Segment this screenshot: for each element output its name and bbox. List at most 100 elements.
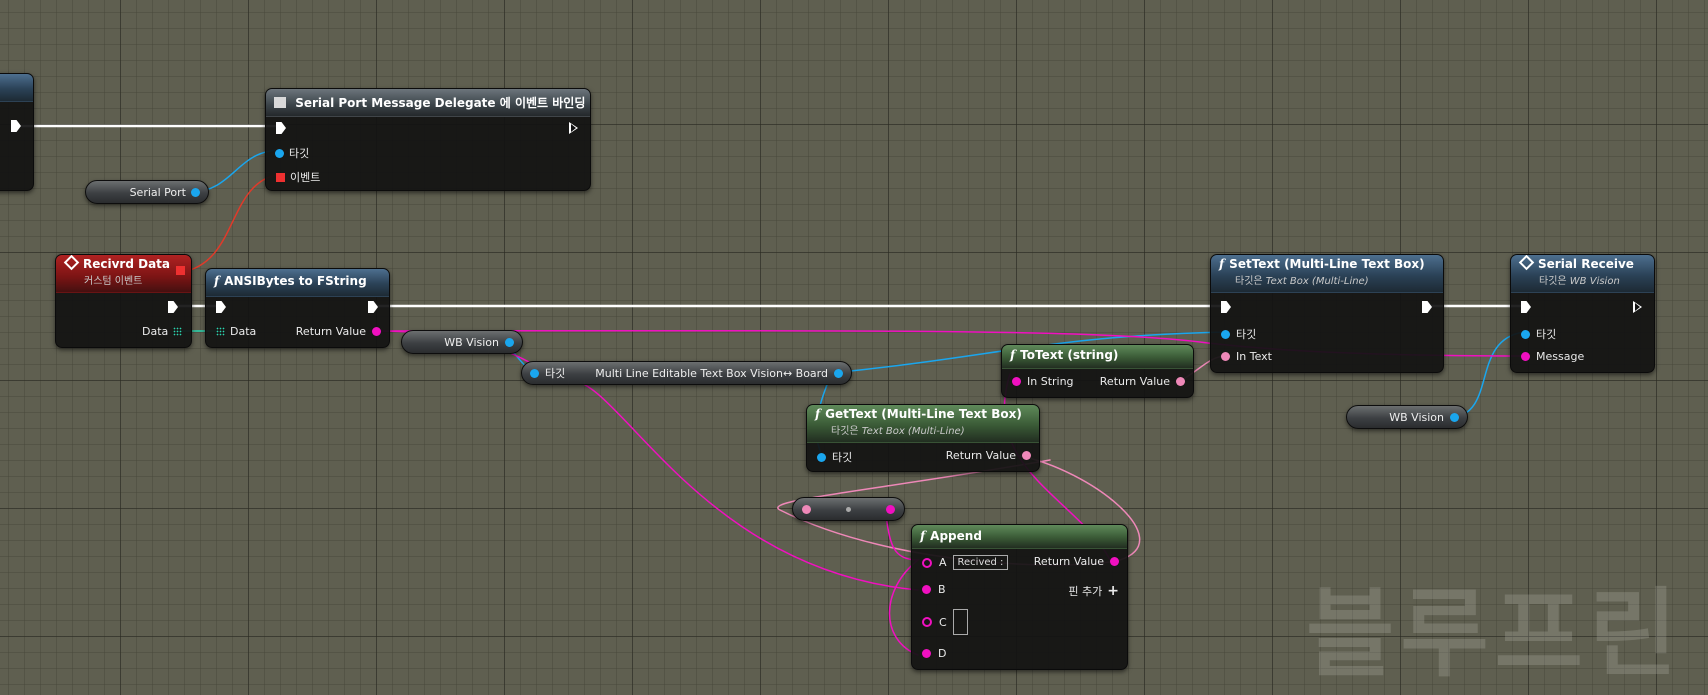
gettext-return-pin[interactable]: Return Value — [946, 449, 1031, 462]
object-pin-icon[interactable] — [1521, 329, 1530, 339]
serial-receive-node[interactable]: Serial Receive 타깃은 WB Vision 타깃 Message — [1510, 254, 1655, 373]
text-pin-icon[interactable] — [802, 504, 811, 514]
wb-vision-variable-1[interactable]: WB Vision — [401, 330, 523, 354]
append-c-pin[interactable]: C — [922, 609, 968, 635]
append-d-label: D — [938, 647, 947, 660]
offscreen-node-header — [0, 74, 33, 102]
string-pin-icon[interactable] — [922, 585, 931, 594]
append-add-pin-button[interactable]: 핀 추가 + — [1068, 583, 1119, 599]
object-pin-icon[interactable] — [191, 187, 200, 197]
byte-array-pin-icon[interactable] — [173, 327, 183, 336]
bind-target-pin[interactable]: 타깃 — [275, 145, 309, 161]
object-pin-icon[interactable] — [275, 148, 284, 158]
settext-exec-out[interactable] — [1422, 301, 1432, 313]
settext-target-pin[interactable]: 타깃 — [1221, 326, 1256, 342]
object-pin-icon[interactable] — [817, 452, 826, 462]
textbox-name-label: Multi Line Editable Text Box Vision↔ Boa… — [595, 366, 828, 380]
exec-out-hollow-icon[interactable] — [569, 122, 578, 134]
serial-receive-target-pin[interactable]: 타깃 — [1521, 326, 1556, 342]
append-c-input[interactable] — [952, 609, 968, 635]
settext-header: f SetText (Multi-Line Text Box) 타깃은 Text … — [1211, 255, 1443, 293]
offscreen-node[interactable] — [0, 73, 34, 191]
append-b-pin[interactable]: B — [922, 583, 946, 596]
gettext-title: GetText (Multi-Line Text Box) — [825, 407, 1022, 421]
object-pin-icon[interactable] — [834, 368, 843, 378]
totext-return-pin[interactable]: Return Value — [1100, 375, 1185, 388]
string-pin-icon[interactable] — [1521, 352, 1530, 361]
function-icon: f — [1219, 257, 1225, 271]
wb-vision-label: WB Vision — [444, 335, 499, 349]
settext-intext-pin[interactable]: In Text — [1221, 350, 1272, 363]
exec-in-icon[interactable] — [276, 122, 286, 134]
byte-array-pin-icon[interactable] — [216, 327, 225, 336]
append-a-label: A — [939, 556, 947, 569]
gettext-subtitle-target: Text Box (Multi-Line) — [861, 426, 965, 437]
serial-receive-exec-in[interactable] — [1521, 301, 1531, 313]
append-a-input[interactable]: Recived : — [952, 555, 1009, 570]
string-pin-icon[interactable] — [1110, 557, 1119, 566]
append-add-pin-label: 핀 추가 — [1068, 585, 1103, 598]
bind-exec-out[interactable] — [569, 122, 578, 134]
exec-out-icon[interactable] — [11, 120, 21, 132]
exec-in-icon[interactable] — [1521, 301, 1531, 313]
serial-port-variable[interactable]: Serial Port — [85, 180, 209, 204]
bind-event-node[interactable]: Serial Port Message Delegate 에 이벤트 바인딩 타… — [265, 88, 591, 191]
function-icon: f — [1010, 348, 1016, 362]
string-pin-hollow-icon[interactable] — [922, 617, 932, 627]
settext-exec-in[interactable] — [1221, 301, 1231, 313]
string-pin-icon[interactable] — [886, 504, 895, 514]
custom-event-node[interactable]: Recivrd Data 커스텀 이벤트 Data — [55, 254, 192, 348]
append-d-pin[interactable]: D — [922, 647, 946, 660]
string-pin-icon[interactable] — [1012, 377, 1021, 386]
settext-target-label: 타깃 — [1236, 328, 1257, 341]
textbox-getter[interactable]: 타깃 Multi Line Editable Text Box Vision↔ … — [521, 361, 852, 385]
append-return-pin[interactable]: Return Value — [1034, 555, 1119, 568]
ansibytes-return-pin[interactable]: Return Value — [296, 325, 381, 338]
object-pin-icon[interactable] — [1450, 412, 1459, 422]
object-pin-icon[interactable] — [1221, 329, 1230, 339]
exec-out-hollow-icon[interactable] — [1633, 301, 1642, 313]
ansibytes-exec-in[interactable] — [216, 301, 226, 313]
object-pin-icon[interactable] — [505, 337, 514, 347]
serial-receive-header: Serial Receive 타깃은 WB Vision — [1511, 255, 1654, 293]
gettext-target-pin[interactable]: 타깃 — [817, 449, 852, 465]
exec-in-icon[interactable] — [1221, 301, 1231, 313]
object-pin-icon[interactable] — [530, 368, 539, 378]
serial-receive-message-pin[interactable]: Message — [1521, 350, 1584, 363]
custom-event-exec-out[interactable] — [168, 301, 178, 313]
bind-event-label: 이벤트 — [290, 171, 321, 184]
string-pin-icon[interactable] — [372, 327, 381, 336]
reroute-node[interactable] — [792, 497, 905, 521]
custom-event-data-pin[interactable]: Data — [142, 325, 183, 338]
serial-receive-exec-out[interactable] — [1633, 301, 1642, 313]
text-pin-icon[interactable] — [1176, 377, 1185, 386]
totext-node[interactable]: f ToText (string) In String Return Value — [1001, 344, 1194, 398]
append-node[interactable]: f Append A Recived : Return Value B 핀 추가 … — [911, 524, 1128, 670]
totext-in-pin[interactable]: In String — [1012, 375, 1074, 388]
wb-vision-variable-2[interactable]: WB Vision — [1346, 405, 1468, 429]
gettext-node[interactable]: f GetText (Multi-Line Text Box) 타깃은 Text … — [806, 404, 1040, 472]
ansibytes-data-pin[interactable]: Data — [216, 325, 256, 338]
exec-out-icon[interactable] — [1422, 301, 1432, 313]
append-a-pin[interactable]: A Recived : — [922, 555, 1009, 570]
text-pin-icon[interactable] — [1022, 451, 1031, 460]
exec-out-icon[interactable] — [368, 301, 378, 313]
bind-event-pin[interactable]: 이벤트 — [276, 169, 320, 185]
text-pin-icon[interactable] — [1221, 352, 1230, 361]
settext-node[interactable]: f SetText (Multi-Line Text Box) 타깃은 Text … — [1210, 254, 1444, 373]
event-diamond-icon — [63, 255, 80, 271]
exec-in-icon[interactable] — [216, 301, 226, 313]
exec-out-icon[interactable] — [168, 301, 178, 313]
function-icon: f — [920, 529, 926, 543]
gettext-return-label: Return Value — [945, 449, 1016, 462]
settext-intext-label: In Text — [1236, 350, 1272, 363]
append-b-label: B — [938, 583, 946, 596]
ansibytes-node[interactable]: f ANSIBytes to FString Data Return Value — [205, 268, 390, 348]
delegate-out-pin-icon[interactable] — [176, 266, 185, 275]
string-pin-hollow-icon[interactable] — [922, 557, 932, 568]
bind-exec-in[interactable] — [276, 122, 286, 134]
string-pin-icon[interactable] — [922, 649, 931, 658]
settext-subtitle-prefix: 타깃은 — [1235, 276, 1263, 287]
delegate-pin-icon[interactable] — [276, 172, 285, 182]
ansibytes-exec-out[interactable] — [368, 301, 378, 313]
